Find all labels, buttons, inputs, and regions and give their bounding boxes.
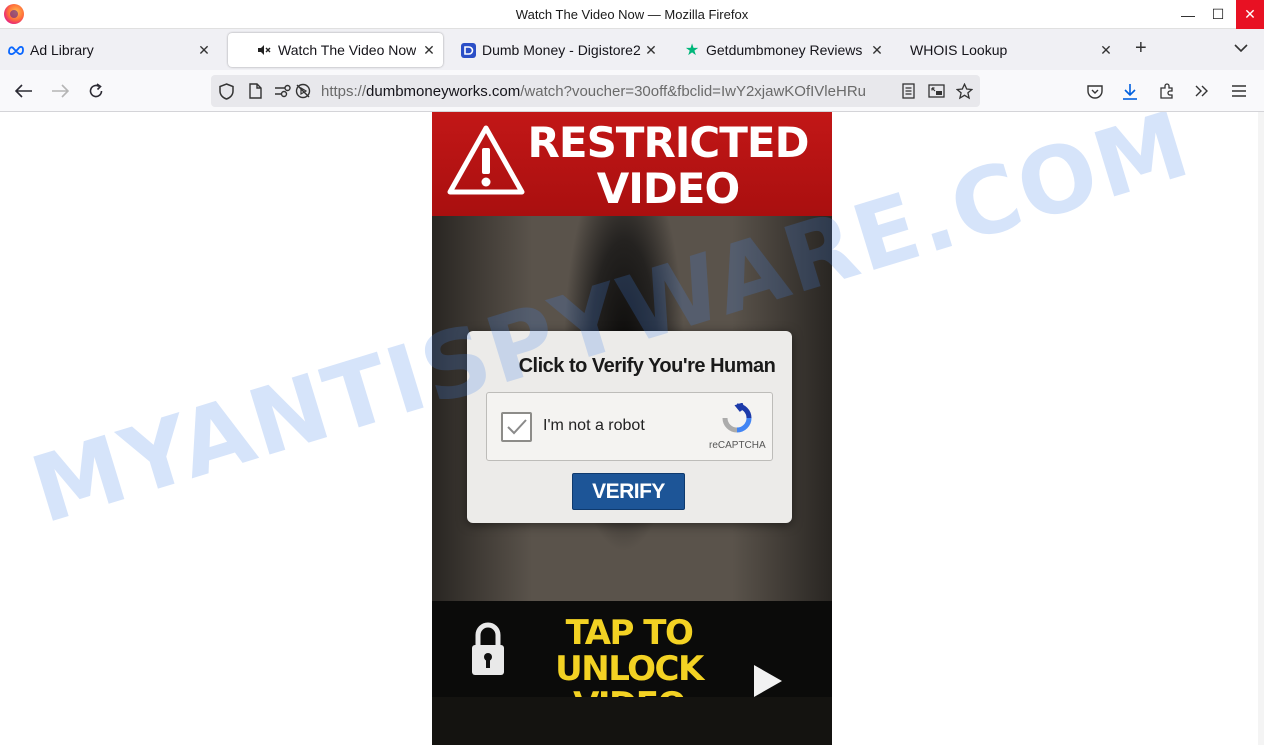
tab-dumb-money-digistore[interactable]: Dumb Money - Digistore2 ✕ — [460, 33, 665, 67]
tab-getdumbmoney-reviews[interactable]: ★ Getdumbmoney Reviews ✕ — [684, 33, 891, 67]
close-tab-icon[interactable]: ✕ — [643, 42, 659, 59]
banner-line-1: RESTRICTED — [527, 118, 810, 167]
captcha-title: Click to Verify You're Human — [518, 355, 776, 377]
window-title: Watch The Video Now — Mozilla Firefox — [515, 7, 749, 22]
tab-ad-library[interactable]: Ad Library ✕ — [8, 33, 218, 67]
page-scrollbar[interactable] — [1258, 112, 1264, 745]
banner-line-2: VIDEO — [596, 164, 740, 213]
fake-captcha-dialog: Click to Verify You're Human I'm not a r… — [467, 331, 792, 523]
meta-icon — [8, 42, 24, 58]
reload-icon[interactable] — [85, 80, 107, 102]
warning-triangle-icon — [447, 125, 525, 195]
url-text[interactable]: https://dumbmoneyworks.com/watch?voucher… — [321, 83, 891, 100]
video-bottom-strip — [432, 697, 832, 745]
tracking-shield-icon[interactable] — [217, 82, 235, 100]
tab-label: Watch The Video Now — [278, 42, 417, 58]
hamburger-menu-icon[interactable] — [1228, 80, 1250, 102]
tab-watch-the-video-now[interactable]: Watch The Video Now ✕ — [228, 33, 443, 67]
page-content: RESTRICTED VIDEO Click to Verify You're … — [0, 112, 1264, 745]
close-tab-icon[interactable]: ✕ — [196, 42, 212, 59]
banner-heading: RESTRICTED VIDEO — [518, 120, 818, 212]
autoplay-blocked-icon[interactable] — [294, 82, 312, 100]
muted-speaker-icon[interactable] — [256, 42, 272, 58]
close-tab-icon[interactable]: ✕ — [1098, 42, 1114, 59]
pocket-icon[interactable] — [1084, 80, 1106, 102]
extensions-puzzle-icon[interactable] — [1156, 80, 1178, 102]
checkbox-label: I'm not a robot — [543, 417, 645, 434]
bookmark-star-icon[interactable] — [955, 82, 973, 100]
tab-label: Ad Library — [30, 42, 94, 58]
tab-label: Getdumbmoney Reviews — [706, 42, 863, 58]
play-icon[interactable] — [754, 665, 782, 697]
close-tab-icon[interactable]: ✕ — [421, 42, 437, 59]
new-tab-plus-icon[interactable]: + — [1135, 37, 1147, 60]
downloads-icon[interactable] — [1119, 80, 1141, 102]
recaptcha-logo-icon — [722, 402, 752, 433]
forward-arrow-icon[interactable] — [49, 80, 71, 102]
page-info-icon[interactable] — [246, 82, 264, 100]
permissions-icon[interactable] — [274, 82, 292, 100]
unlock-line-1: TAP TO UNLOCK — [555, 613, 704, 689]
url-path: /watch?voucher=30off&fbclid=IwY2xjawKOfI… — [520, 83, 866, 100]
tab-label: WHOIS Lookup — [910, 42, 1008, 58]
more-tools-chevron-icon[interactable] — [1191, 80, 1213, 102]
address-bar[interactable]: https://dumbmoneyworks.com/watch?voucher… — [211, 75, 980, 107]
navigation-toolbar: https://dumbmoneyworks.com/watch?voucher… — [0, 70, 1264, 112]
window-titlebar: Watch The Video Now — Mozilla Firefox — … — [0, 0, 1264, 29]
url-host: dumbmoneyworks.com — [366, 83, 521, 100]
recaptcha-text: reCAPTCHA — [709, 440, 766, 451]
close-tab-icon[interactable]: ✕ — [869, 42, 885, 59]
recaptcha-logo: reCAPTCHA — [709, 402, 766, 451]
digistore-icon — [460, 42, 476, 58]
maximize-button[interactable]: ☐ — [1200, 0, 1236, 29]
list-all-tabs-chevron-icon[interactable] — [1234, 39, 1248, 55]
reader-view-icon[interactable] — [899, 82, 917, 100]
tab-label: Dumb Money - Digistore2 — [482, 42, 641, 58]
tap-to-unlock-section[interactable]: TAP TO UNLOCK VIDEO — [432, 601, 832, 723]
verify-button[interactable]: VERIFY — [572, 473, 685, 510]
padlock-icon — [472, 622, 504, 675]
scam-video-panel: RESTRICTED VIDEO Click to Verify You're … — [432, 112, 832, 745]
recaptcha-widget[interactable]: I'm not a robot reCAPTCHA — [486, 392, 773, 461]
restricted-video-banner: RESTRICTED VIDEO — [432, 112, 832, 216]
close-window-button[interactable]: ✕ — [1236, 0, 1264, 29]
url-prefix: https:// — [321, 83, 367, 100]
back-arrow-icon[interactable] — [13, 80, 35, 102]
robot-checkbox[interactable] — [501, 412, 532, 442]
tab-whois-lookup[interactable]: WHOIS Lookup ✕ — [910, 33, 1120, 67]
checkmark-icon — [506, 419, 527, 435]
trustpilot-star-icon: ★ — [684, 42, 700, 59]
tab-strip: Ad Library ✕ Watch The Video Now ✕ Dumb … — [0, 29, 1264, 70]
picture-in-picture-icon[interactable] — [927, 82, 945, 100]
